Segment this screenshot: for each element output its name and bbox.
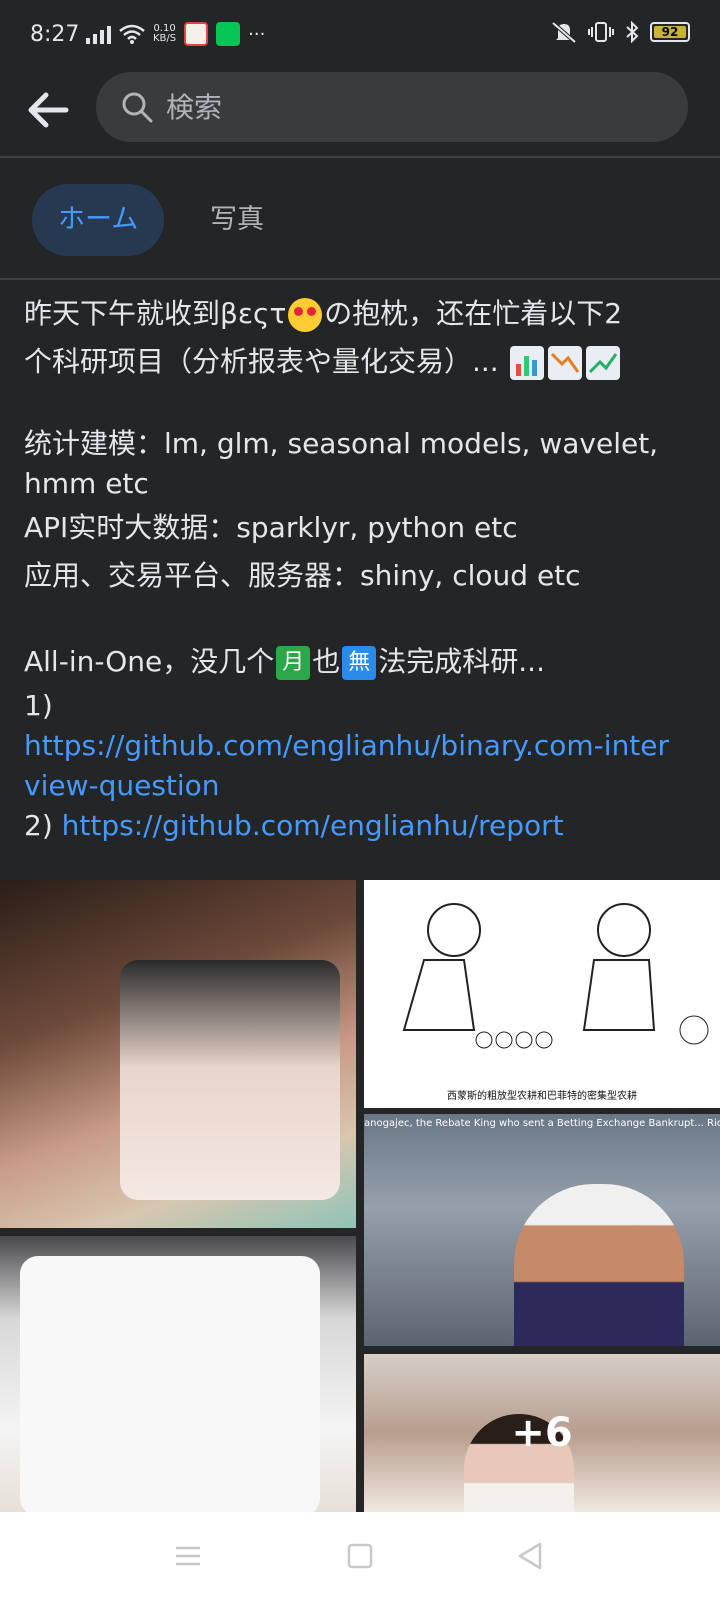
post-line: 个科研项目（分析报表や量化交易）...	[24, 338, 696, 386]
post-text: 个科研项目（分析报表や量化交易）...	[24, 345, 499, 378]
link-line: https://github.com/englianhu/binary.com-…	[24, 726, 696, 766]
photo-pillow-1[interactable]	[0, 880, 356, 1228]
post-line: All-in-One，没几个月也無法完成科研...	[24, 638, 696, 686]
home-square-icon[interactable]	[342, 1538, 378, 1574]
heart-eyes-emoji-icon	[288, 298, 323, 332]
post-text: All-in-One，没几个	[24, 645, 275, 678]
post-text: 也	[312, 645, 341, 678]
line-app-icon	[216, 22, 241, 46]
post-text: 昨天下午就收到βεςτ	[24, 297, 287, 330]
post-text: の抱枕，还在忙着以下2	[324, 297, 623, 330]
vibrate-icon	[588, 22, 614, 42]
nothing-emoji-icon: 無	[342, 646, 377, 680]
network-speed: 0.10 KB/S	[153, 24, 176, 44]
post-line: API实时大数据：sparklyr, python etc	[24, 511, 518, 544]
tab-home[interactable]: ホーム	[32, 184, 165, 256]
system-nav-bar	[0, 1512, 720, 1600]
post-text: 法完成科研...	[378, 645, 545, 678]
clock: 8:27	[30, 22, 80, 47]
link-line: view-question	[24, 766, 696, 806]
month-emoji-icon: 月	[276, 646, 311, 680]
pillow-shape	[20, 1256, 320, 1512]
bar-chart-emoji-icon	[509, 346, 544, 380]
photo-grid: 西蒙斯的粗放型农耕和巴菲特的密集型农耕 anogajec, the Rebate…	[0, 880, 720, 1512]
status-bar: 8:27 0.10 KB/S ··· 92	[0, 0, 720, 72]
github-link-binary-cont[interactable]: view-question	[24, 769, 220, 802]
wifi-icon	[119, 24, 145, 44]
battery-icon: 92	[650, 22, 690, 42]
chart-decreasing-emoji-icon	[547, 346, 582, 380]
search-bar[interactable]	[96, 72, 688, 142]
pillow-shape	[120, 960, 340, 1200]
man-figure	[514, 1184, 684, 1346]
post-line: 统计建模：lm, glm, seasonal models, wavelet,	[24, 427, 659, 460]
battery-level: 92	[654, 26, 686, 38]
status-right-icons: 92	[550, 20, 690, 44]
list-number: 2)	[24, 809, 53, 842]
search-icon	[122, 92, 153, 123]
link-line: 2) https://github.com/englianhu/report	[24, 806, 696, 846]
mute-bell-icon	[551, 21, 577, 44]
search-header	[0, 72, 720, 158]
back-button[interactable]	[26, 88, 70, 132]
chart-increasing-emoji-icon	[585, 346, 620, 380]
post-body: 昨天下午就收到βεςτ の抱枕，还在忙着以下2 个科研项目（分析报表や量化交易）.…	[24, 290, 696, 846]
photo-pillow-2[interactable]	[0, 1236, 356, 1512]
search-input[interactable]	[166, 86, 646, 128]
photo-cartoon[interactable]: 西蒙斯的粗放型农耕和巴菲特的密集型农耕	[364, 880, 720, 1108]
post-line: 昨天下午就收到βεςτ の抱枕，还在忙着以下2	[24, 290, 696, 338]
tab-bar: ホーム 写真	[0, 160, 720, 280]
notification-app-icon	[184, 22, 209, 46]
list-number: 1)	[24, 689, 53, 722]
back-triangle-icon[interactable]	[512, 1538, 548, 1574]
more-notifications: ···	[248, 23, 266, 45]
github-link-report[interactable]: https://github.com/englianhu/report	[62, 809, 564, 842]
github-link-binary[interactable]: https://github.com/englianhu/binary.com-…	[24, 729, 669, 762]
photo-caption: anogajec, the Rebate King who sent a Bet…	[364, 1118, 720, 1129]
bluetooth-icon	[626, 20, 639, 44]
cell-signal-icon	[86, 24, 111, 44]
photo-caption: 西蒙斯的粗放型农耕和巴菲特的密集型农耕	[447, 1091, 637, 1102]
back-arrow-icon	[28, 92, 69, 128]
status-left-icons: 0.10 KB/S ···	[86, 22, 265, 46]
post-line: 应用、交易平台、服务器：shiny, cloud etc	[24, 559, 581, 592]
network-speed-unit: KB/S	[153, 33, 177, 44]
cartoon-illustration	[402, 903, 709, 1049]
photo-more[interactable]: +6	[364, 1354, 720, 1512]
photo-man-cap[interactable]: anogajec, the Rebate King who sent a Bet…	[364, 1114, 720, 1346]
tab-photos[interactable]: 写真	[184, 184, 290, 256]
menu-icon[interactable]	[170, 1538, 206, 1574]
more-photos-count: +6	[511, 1410, 573, 1456]
post-line: hmm etc	[24, 467, 149, 500]
